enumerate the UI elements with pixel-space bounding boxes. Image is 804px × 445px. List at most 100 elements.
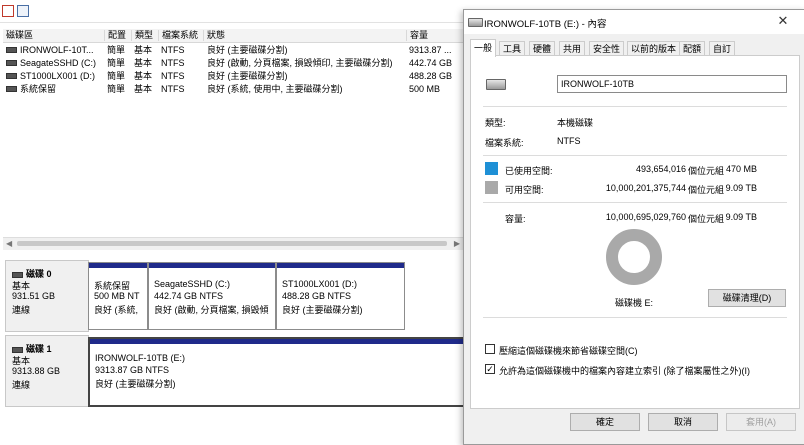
free-space-swatch <box>485 181 498 194</box>
volume-name: SeagateSSHD (C:) <box>20 58 97 68</box>
partition-name: IRONWOLF-10TB (E:) <box>95 353 186 363</box>
capacity-label: 容量: <box>505 214 526 224</box>
column-header-volume[interactable]: 磁碟區 <box>3 30 104 41</box>
partition-size: 488.28 GB NTFS <box>282 291 352 301</box>
used-space-label: 已使用空間: <box>505 166 553 176</box>
tab-sharing[interactable]: 共用 <box>559 41 586 56</box>
column-header-type[interactable]: 類型 <box>131 30 158 41</box>
drive-icon <box>468 18 483 27</box>
disk-icon <box>12 346 23 353</box>
partition-system-reserved[interactable]: 系統保留 500 MB NT 良好 (系統, <box>88 262 148 330</box>
scroll-right-icon[interactable]: ▶ <box>454 239 460 248</box>
volume-icon <box>6 59 17 66</box>
partition-bar <box>277 263 404 268</box>
used-space-unit: 個位元組 <box>688 166 725 176</box>
volume-type: 基本 <box>134 45 153 55</box>
filesystem-label: 檔案系統: <box>485 138 524 148</box>
disk-size: 931.51 GB <box>12 291 56 301</box>
volume-status: 良好 (系統, 使用中, 主要磁碟分割) <box>207 84 343 94</box>
volume-fs: NTFS <box>161 84 185 94</box>
index-checkbox[interactable]: ✓ <box>485 364 495 374</box>
disk-0-info[interactable]: 磁碟 0 基本 931.51 GB 連線 <box>5 260 89 332</box>
dialog-titlebar[interactable]: IRONWOLF-10TB (E:) - 內容 ✕ <box>464 10 804 34</box>
general-tab-page: 類型: 本機磁碟 檔案系統: NTFS 已使用空間: 493,654,016 個… <box>470 55 800 409</box>
disk-status: 連線 <box>12 380 31 390</box>
tab-quota[interactable]: 配額 <box>679 41 706 56</box>
type-label: 類型: <box>485 118 506 128</box>
window-icon[interactable] <box>17 5 29 17</box>
checkmark-icon[interactable] <box>2 5 14 17</box>
volume-capacity: 9313.87 ... <box>409 45 452 55</box>
separator <box>483 317 787 318</box>
tab-security[interactable]: 安全性 <box>589 41 625 56</box>
separator <box>483 106 787 107</box>
volume-type: 基本 <box>134 58 153 68</box>
scrollbar-thumb[interactable] <box>17 241 447 246</box>
volume-capacity: 500 MB <box>409 84 441 94</box>
tab-hardware[interactable]: 硬體 <box>529 41 556 56</box>
tab-tools[interactable]: 工具 <box>499 41 526 56</box>
partition-size: 9313.87 GB NTFS <box>95 365 170 375</box>
used-space-bytes: 493,654,016 <box>635 164 686 174</box>
partition-d[interactable]: ST1000LX001 (D:) 488.28 GB NTFS 良好 (主要磁碟… <box>276 262 405 330</box>
close-button[interactable]: ✕ <box>761 10 804 34</box>
disk-status: 連線 <box>12 305 31 315</box>
volume-type: 基本 <box>134 71 153 81</box>
volume-name: 系統保留 <box>20 84 57 94</box>
apply-button[interactable]: 套用(A) <box>726 413 796 431</box>
volume-name-cell: SeagateSSHD (C:) <box>6 57 103 69</box>
volume-row[interactable]: SeagateSSHD (C:) 簡單 基本 NTFS 良好 (啟動, 分頁檔案… <box>3 57 463 69</box>
used-space-size: 470 MB <box>725 164 757 174</box>
disk-cleanup-button[interactable]: 磁碟清理(D) <box>708 289 786 307</box>
volume-status: 良好 (啟動, 分頁檔案, 損毀傾印, 主要磁碟分割) <box>207 58 393 68</box>
column-header-filesystem[interactable]: 檔案系統 <box>158 30 203 41</box>
separator <box>483 202 787 203</box>
free-space-label: 可用空間: <box>505 185 544 195</box>
compress-label[interactable]: 壓縮這個磁碟機來節省磁碟空間(C) <box>499 344 638 357</box>
volume-layout: 簡單 <box>107 84 126 94</box>
free-space-size: 9.09 TB <box>725 183 757 193</box>
ok-button[interactable]: 確定 <box>570 413 640 431</box>
disk-icon <box>12 271 23 278</box>
partition-bar <box>149 263 275 268</box>
tab-previous-versions[interactable]: 以前的版本 <box>627 41 681 56</box>
disk-1-info[interactable]: 磁碟 1 基本 9313.88 GB 連線 <box>5 335 89 407</box>
tab-general[interactable]: 一般 <box>470 39 497 57</box>
separator <box>483 155 787 156</box>
index-label[interactable]: 允許為這個磁碟機中的檔案內容建立索引 (除了檔案屬性之外)(I) <box>499 364 750 377</box>
partition-status: 良好 (啟動, 分頁檔案, 損毀傾 <box>154 305 269 315</box>
volume-row[interactable]: IRONWOLF-10T... 簡單 基本 NTFS 良好 (主要磁碟分割) 9… <box>3 44 463 56</box>
drive-letter-label: 磁碟機 E: <box>615 298 654 308</box>
volume-layout: 簡單 <box>107 58 126 68</box>
volume-name-cell: IRONWOLF-10T... <box>6 44 103 56</box>
volume-name: ST1000LX001 (D:) <box>20 71 96 81</box>
usage-donut-chart <box>606 229 662 285</box>
cancel-button[interactable]: 取消 <box>648 413 718 431</box>
volume-name-cell: ST1000LX001 (D:) <box>6 70 103 82</box>
partition-c[interactable]: SeagateSSHD (C:) 442.74 GB NTFS 良好 (啟動, … <box>148 262 276 330</box>
volume-row[interactable]: ST1000LX001 (D:) 簡單 基本 NTFS 良好 (主要磁碟分割) … <box>3 70 463 82</box>
drive-large-icon <box>486 79 506 90</box>
column-header-capacity[interactable]: 容量 <box>406 30 463 41</box>
volume-layout: 簡單 <box>107 45 126 55</box>
column-header-layout[interactable]: 配置 <box>104 30 131 41</box>
tab-customize[interactable]: 自訂 <box>709 41 736 56</box>
volume-icon <box>6 72 17 79</box>
type-value: 本機磁碟 <box>557 118 594 128</box>
partition-status: 良好 (主要磁碟分割) <box>95 379 176 389</box>
partition-e[interactable]: IRONWOLF-10TB (E:) 9313.87 GB NTFS 良好 (主… <box>88 337 466 407</box>
partition-size: 442.74 GB NTFS <box>154 291 224 301</box>
volume-status: 良好 (主要磁碟分割) <box>207 71 288 81</box>
volume-fs: NTFS <box>161 71 185 81</box>
dialog-title: IRONWOLF-10TB (E:) - 內容 <box>484 19 607 30</box>
horizontal-scrollbar[interactable]: ◀ ▶ <box>3 237 463 250</box>
volume-fs: NTFS <box>161 45 185 55</box>
compress-checkbox[interactable] <box>485 344 495 354</box>
partition-status: 良好 (主要磁碟分割) <box>282 305 363 315</box>
free-space-unit: 個位元組 <box>688 185 725 195</box>
column-header-status[interactable]: 狀態 <box>203 30 406 41</box>
scroll-left-icon[interactable]: ◀ <box>6 239 12 248</box>
volume-type: 基本 <box>134 84 153 94</box>
volume-label-input[interactable] <box>557 75 787 93</box>
volume-row[interactable]: 系統保留 簡單 基本 NTFS 良好 (系統, 使用中, 主要磁碟分割) 500… <box>3 83 463 95</box>
